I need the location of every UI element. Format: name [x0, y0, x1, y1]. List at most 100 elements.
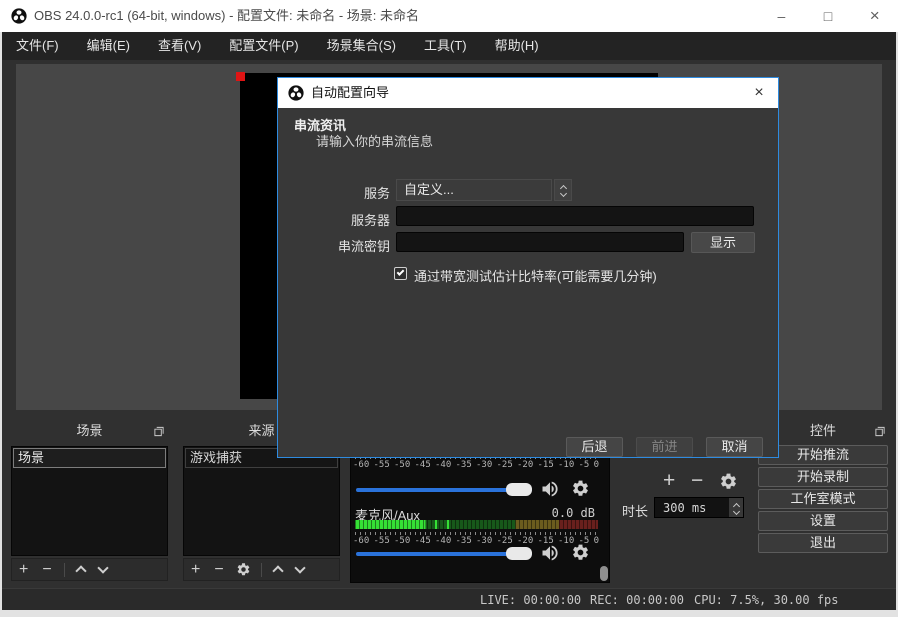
- stream-key-input[interactable]: [396, 232, 684, 252]
- meter-scale: -60-55-50-45-40-35-30-25-20-15-10-50: [353, 460, 599, 470]
- mixer-scrollbar-thumb[interactable]: [600, 566, 608, 581]
- dialog-titlebar[interactable]: 自动配置向导 ×: [278, 78, 778, 108]
- menu-view[interactable]: 查看(V): [144, 32, 215, 60]
- next-button[interactable]: 前进: [636, 437, 693, 457]
- stream-key-label: 串流密钥: [284, 236, 390, 255]
- tick-label: 0: [594, 536, 599, 546]
- bandwidth-test-label: 通过带宽测试估计比特率(可能需要几分钟): [414, 266, 657, 285]
- move-source-down-icon[interactable]: [294, 562, 305, 573]
- meter-ruler: [355, 532, 597, 535]
- tick-label: -55: [374, 460, 390, 470]
- toolbar-divider: [261, 563, 262, 577]
- tick-label: -20: [517, 536, 533, 546]
- obs-logo-icon: [11, 8, 27, 24]
- tick-label: -25: [497, 536, 513, 546]
- move-scene-down-icon[interactable]: [97, 562, 108, 573]
- source-resize-handle[interactable]: [236, 72, 245, 81]
- remove-scene-icon[interactable]: −: [35, 562, 58, 578]
- server-input[interactable]: [396, 206, 754, 226]
- tick-label: -15: [538, 460, 554, 470]
- vu-peak-mark: [447, 520, 449, 529]
- add-scene-icon[interactable]: +: [12, 562, 35, 578]
- menu-help[interactable]: 帮助(H): [481, 32, 553, 60]
- scenes-panel-header: 场景: [8, 419, 171, 443]
- close-button[interactable]: ×: [851, 0, 898, 32]
- maximize-button[interactable]: □: [805, 0, 852, 32]
- back-button[interactable]: 后退: [566, 437, 623, 457]
- menu-scene-collection[interactable]: 场景集合(S): [313, 32, 410, 60]
- menu-profile[interactable]: 配置文件(P): [215, 32, 312, 60]
- mic-volume-slider-handle[interactable]: [506, 547, 532, 560]
- meter-scale: -60-55-50-45-40-35-30-25-20-15-10-50: [353, 536, 599, 546]
- tick-label: -40: [435, 460, 451, 470]
- speaker-icon[interactable]: [540, 479, 560, 499]
- menu-file[interactable]: 文件(F): [2, 32, 73, 60]
- rec-time: REC: 00:00:00: [590, 593, 684, 607]
- move-source-up-icon[interactable]: [272, 565, 283, 576]
- mic-vu-meter: [355, 520, 598, 529]
- remove-transition-icon[interactable]: −: [691, 470, 703, 491]
- vu-peak-mark: [435, 520, 437, 529]
- audio-settings-gear-icon[interactable]: [571, 479, 590, 498]
- mic-db-value: 0.0 dB: [552, 506, 595, 520]
- tick-label: -30: [476, 536, 492, 546]
- duration-spinner-arrows[interactable]: [729, 498, 743, 517]
- add-source-icon[interactable]: +: [184, 562, 207, 578]
- exit-button[interactable]: 退出: [758, 533, 888, 553]
- volume-slider-handle[interactable]: [506, 483, 532, 496]
- tick-label: -45: [415, 460, 431, 470]
- move-scene-up-icon[interactable]: [75, 565, 86, 576]
- service-select-spinner[interactable]: [554, 179, 572, 201]
- live-time: LIVE: 00:00:00: [480, 593, 581, 607]
- status-bar: LIVE: 00:00:00 REC: 00:00:00 CPU: 7.5%, …: [2, 588, 896, 610]
- duration-spinner[interactable]: 300 ms: [654, 497, 744, 518]
- obs-logo-icon: [288, 85, 304, 101]
- dialog-title: 自动配置向导: [311, 78, 389, 108]
- obs-window: OBS 24.0.0-rc1 (64-bit, windows) - 配置文件:…: [0, 0, 898, 617]
- tick-label: -35: [456, 536, 472, 546]
- wizard-step-subheading: 请输入你的串流信息: [316, 131, 433, 150]
- checkmark-icon: [397, 268, 405, 276]
- duration-label: 时长: [622, 501, 648, 520]
- cancel-button[interactable]: 取消: [706, 437, 763, 457]
- speaker-icon[interactable]: [540, 543, 560, 563]
- popout-icon[interactable]: [874, 426, 886, 437]
- transition-properties-gear-icon[interactable]: [719, 472, 738, 491]
- audio-settings-gear-icon[interactable]: [571, 543, 590, 562]
- add-transition-icon[interactable]: +: [663, 470, 675, 491]
- tick-label: -40: [435, 536, 451, 546]
- settings-button[interactable]: 设置: [758, 511, 888, 531]
- studio-mode-button[interactable]: 工作室模式: [758, 489, 888, 509]
- tick-label: -50: [394, 460, 410, 470]
- window-titlebar[interactable]: OBS 24.0.0-rc1 (64-bit, windows) - 配置文件:…: [0, 0, 898, 32]
- tick-label: -30: [476, 460, 492, 470]
- service-select[interactable]: 自定义...: [396, 179, 552, 201]
- scenes-toolbar: + −: [11, 558, 168, 581]
- server-label: 服务器: [284, 210, 390, 229]
- dialog-close-icon[interactable]: ×: [748, 78, 770, 108]
- tick-label: -5: [579, 460, 590, 470]
- source-properties-gear-icon[interactable]: [236, 562, 251, 577]
- window-title: OBS 24.0.0-rc1 (64-bit, windows) - 配置文件:…: [34, 0, 419, 32]
- cpu-fps: CPU: 7.5%, 30.00 fps: [694, 593, 839, 607]
- bandwidth-test-checkbox[interactable]: [394, 267, 407, 280]
- tick-label: -60: [353, 460, 369, 470]
- controls-panel-title: 控件: [810, 423, 836, 438]
- auto-config-wizard-dialog: 自动配置向导 × 串流资讯 请输入你的串流信息 服务 自定义... 服务器 串流…: [277, 77, 779, 458]
- remove-source-icon[interactable]: −: [207, 562, 230, 578]
- minimize-button[interactable]: –: [758, 0, 805, 32]
- toolbar-divider: [64, 563, 65, 577]
- tick-label: -20: [517, 460, 533, 470]
- show-key-button[interactable]: 显示: [691, 232, 755, 253]
- menu-edit[interactable]: 编辑(E): [73, 32, 144, 60]
- tick-label: -55: [374, 536, 390, 546]
- tick-label: -25: [497, 460, 513, 470]
- scene-list-item[interactable]: 场景: [13, 448, 166, 468]
- menu-tools[interactable]: 工具(T): [410, 32, 481, 60]
- sources-panel-title: 来源: [248, 423, 274, 438]
- popout-icon[interactable]: [153, 426, 165, 437]
- tick-label: -35: [456, 460, 472, 470]
- spin-down-icon[interactable]: [559, 190, 566, 197]
- spin-down-icon[interactable]: [732, 507, 739, 514]
- start-recording-button[interactable]: 开始录制: [758, 467, 888, 487]
